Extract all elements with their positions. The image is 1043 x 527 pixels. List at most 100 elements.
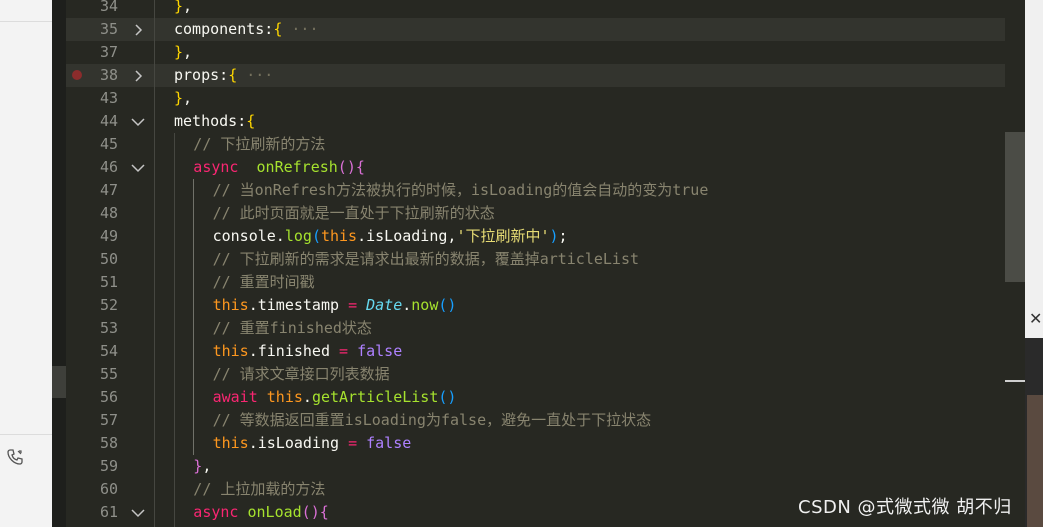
code-line[interactable]: 56 await this.getArticleList()	[66, 386, 1025, 409]
line-number: 51	[99, 273, 118, 291]
code-token: // 下拉刷新的方法	[193, 135, 326, 153]
chevron-right-icon[interactable]	[130, 64, 146, 87]
phone-icon[interactable]	[6, 448, 24, 466]
code-text: },	[174, 41, 192, 64]
line-number: 52	[99, 296, 118, 314]
code-token: async	[193, 503, 239, 521]
code-token: }	[174, 43, 184, 61]
code-token: this	[212, 434, 249, 452]
chevron-down-icon[interactable]	[130, 156, 146, 179]
code-token: {	[355, 158, 365, 176]
code-token: .finished	[248, 342, 340, 360]
code-text: async onLoad(){	[193, 501, 328, 524]
code-line[interactable]: 59},	[66, 455, 1025, 478]
line-number: 59	[99, 457, 118, 475]
code-token: // 重置finished状态	[212, 319, 372, 337]
line-number: 50	[99, 250, 118, 268]
code-token: .isLoading	[248, 434, 349, 452]
code-line[interactable]: 54 this.finished = false	[66, 340, 1025, 363]
code-token: // 下拉刷新的需求是请求出最新的数据，覆盖掉articleList	[212, 250, 640, 268]
code-text: // 当onRefresh方法被执行的时候，isLoading的值会自动的变为t…	[213, 179, 709, 202]
code-token: ()	[301, 503, 320, 521]
code-text: this.isLoading = false	[213, 432, 412, 455]
code-line[interactable]: 45 // 下拉刷新的方法	[66, 133, 1025, 156]
chevron-down-icon[interactable]	[130, 110, 146, 133]
indent-guide	[193, 179, 194, 455]
code-line[interactable]: 55 // 请求文章接口列表数据	[66, 363, 1025, 386]
code-token: ,	[183, 89, 193, 107]
code-text: },	[174, 0, 192, 18]
code-line[interactable]: 37},	[66, 41, 1025, 64]
indent-guide	[154, 0, 155, 527]
code-line[interactable]: 34},	[66, 0, 1025, 18]
code-token: // 重置时间戳	[212, 273, 315, 291]
code-line[interactable]: 50 // 下拉刷新的需求是请求出最新的数据，覆盖掉articleList	[66, 248, 1025, 271]
code-text: // 请求文章接口列表数据	[213, 363, 390, 386]
code-text: await this.getArticleList()	[213, 386, 457, 409]
code-token: {	[246, 112, 256, 130]
code-token: =	[339, 342, 349, 360]
code-line[interactable]: 43},	[66, 87, 1025, 110]
line-number: 48	[99, 204, 118, 222]
code-text: // 重置finished状态	[213, 317, 372, 340]
code-token: }	[174, 89, 184, 107]
line-number: 61	[99, 503, 118, 521]
line-number: 57	[99, 411, 118, 429]
chevron-right-icon[interactable]	[130, 18, 146, 41]
watermark: CSDN @式微式微 胡不归	[798, 497, 1012, 518]
code-text: methods:{	[174, 110, 255, 133]
chevron-down-icon[interactable]	[130, 501, 146, 524]
code-token: async	[193, 158, 239, 176]
code-token: this	[212, 296, 249, 314]
line-number: 47	[99, 181, 118, 199]
code-line[interactable]: 38 props:{ ···	[66, 64, 1025, 87]
code-token: props:	[174, 66, 229, 84]
code-line[interactable]: 57 // 等数据返回重置isLoading为false，避免一直处于下拉状态	[66, 409, 1025, 432]
gutter-marker	[52, 366, 66, 398]
code-line[interactable]: 52 this.timestamp = Date.now()	[66, 294, 1025, 317]
code-token: ()	[337, 158, 356, 176]
code-text: props:{ ···	[174, 64, 273, 87]
code-token: =	[348, 434, 358, 452]
code-text: this.timestamp = Date.now()	[213, 294, 457, 317]
code-token: log	[284, 227, 312, 245]
code-text: // 下拉刷新的方法	[193, 133, 325, 156]
indent-guide	[174, 133, 175, 527]
code-token: this	[266, 388, 303, 406]
code-line[interactable]: 48 // 此时页面就是一直处于下拉刷新的状态	[66, 202, 1025, 225]
code-token: ()	[438, 388, 457, 406]
code-token: ,	[183, 43, 193, 61]
close-icon[interactable]: ✕	[1029, 306, 1043, 332]
line-number: 44	[99, 112, 118, 130]
line-number: 53	[99, 319, 118, 337]
code-token: ;	[558, 227, 568, 245]
code-line[interactable]: 53 // 重置finished状态	[66, 317, 1025, 340]
code-line[interactable]: 58 this.isLoading = false	[66, 432, 1025, 455]
code-token: this	[320, 227, 358, 245]
code-line[interactable]: 49 console.log(this.isLoading,'下拉刷新中');	[66, 225, 1025, 248]
code-editor[interactable]: 34}, 35 components:{ ··· 37}, 38 props:{ ··· 4…	[66, 0, 1025, 527]
code-line[interactable]: 51 // 重置时间戳	[66, 271, 1025, 294]
panel-divider	[0, 434, 52, 435]
code-line[interactable]: 46 async onRefresh(){	[66, 156, 1025, 179]
line-number: 37	[99, 43, 118, 61]
code-token: getArticleList	[311, 388, 439, 406]
code-text: this.finished = false	[213, 340, 403, 363]
code-token: onLoad	[247, 503, 302, 521]
code-token: '下拉刷新中'	[456, 227, 550, 245]
code-token: .timestamp	[248, 296, 349, 314]
code-text: console.log(this.isLoading,'下拉刷新中');	[213, 225, 568, 248]
right-side-panel: ✕	[1025, 0, 1043, 527]
code-line[interactable]: 44 methods:{	[66, 110, 1025, 133]
scrollbar-thumb[interactable]	[1005, 132, 1025, 282]
code-token: components:	[174, 20, 274, 38]
code-line[interactable]: 47 // 当onRefresh方法被执行的时候，isLoading的值会自动的变…	[66, 179, 1025, 202]
line-number: 45	[99, 135, 118, 153]
code-line[interactable]: 35 components:{ ···	[66, 18, 1025, 41]
code-text: // 等数据返回重置isLoading为false，避免一直处于下拉状态	[213, 409, 652, 432]
code-text: components:{ ···	[174, 18, 319, 41]
